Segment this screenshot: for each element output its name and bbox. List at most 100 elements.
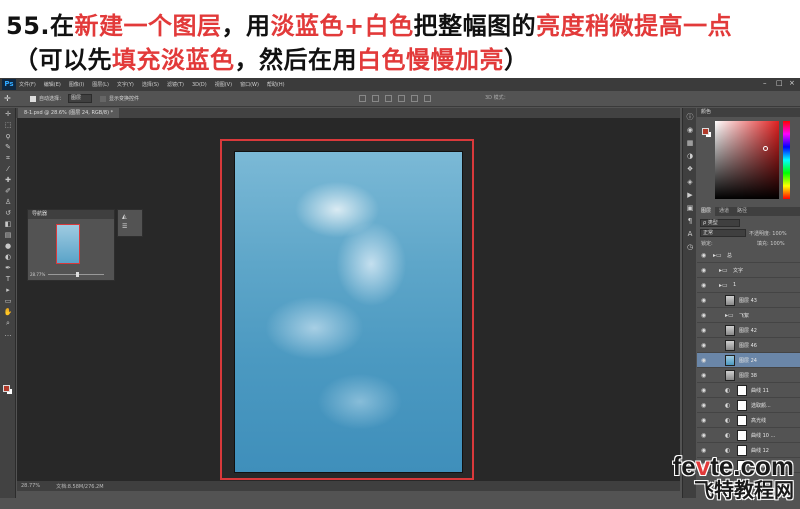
layer-row[interactable]: ◉ 图层 24 <box>697 353 800 368</box>
lasso-icon[interactable]: ϙ <box>3 132 13 141</box>
minimize-button[interactable]: – <box>763 80 770 87</box>
layer-mask-thumbnail[interactable] <box>737 415 747 426</box>
layer-row[interactable]: ◉ 图层 46 <box>697 338 800 353</box>
color-fg-swatch[interactable] <box>702 128 709 135</box>
info-icon[interactable]: ⓘ <box>686 113 694 121</box>
blend-mode-dropdown[interactable]: 正常 <box>700 229 746 237</box>
menu-filter[interactable]: 滤镜(T) <box>167 81 184 88</box>
type-icon[interactable]: T <box>3 275 13 284</box>
folder-icon[interactable]: ▸▭ <box>719 282 728 289</box>
layer-thumbnail[interactable] <box>725 295 735 306</box>
layer-row[interactable]: ◉ ▸▭ 飞絮 <box>697 308 800 323</box>
auto-select-dropdown[interactable]: 图层 <box>68 94 93 103</box>
layer-row[interactable]: ◉ 图层 43 <box>697 293 800 308</box>
layer-row[interactable]: ◉ 图层 42 <box>697 323 800 338</box>
visibility-eye-icon[interactable]: ◉ <box>701 402 706 409</box>
visibility-eye-icon[interactable]: ◉ <box>701 432 706 439</box>
visibility-eye-icon[interactable]: ◉ <box>701 387 706 394</box>
quick-select-icon[interactable]: ✎ <box>3 143 13 152</box>
menu-help[interactable]: 帮助(H) <box>267 81 285 88</box>
foreground-color-swatch[interactable] <box>3 385 10 392</box>
navigator-thumbnail[interactable] <box>56 224 80 264</box>
layer-row[interactable]: ◉ ▸▭ 1 <box>697 278 800 293</box>
marquee-icon[interactable]: ⬚ <box>3 121 13 130</box>
tab-paths[interactable]: 路径 <box>733 207 751 216</box>
layer-row[interactable]: ◉ ◐ 高光线 <box>697 413 800 428</box>
layers-icon[interactable]: ◈ <box>686 178 694 186</box>
pen-icon[interactable]: ✒ <box>3 264 13 273</box>
hand-icon[interactable]: ✋ <box>3 308 13 317</box>
layer-thumbnail[interactable] <box>725 370 735 381</box>
visibility-eye-icon[interactable]: ◉ <box>701 342 706 349</box>
align-right-icon[interactable] <box>424 95 432 102</box>
layer-mask-thumbnail[interactable] <box>737 385 747 396</box>
visibility-eye-icon[interactable]: ◉ <box>701 252 706 259</box>
align-middle-icon[interactable] <box>372 95 380 102</box>
color-picker-field[interactable] <box>715 121 779 199</box>
char-icon[interactable]: A <box>686 230 694 238</box>
histogram-icon[interactable]: ◭ <box>122 213 142 220</box>
eraser-icon[interactable]: ◧ <box>3 220 13 229</box>
layer-row[interactable]: ◉ 图层 38 <box>697 368 800 383</box>
hue-slider[interactable] <box>783 121 790 199</box>
properties-icon[interactable]: ▣ <box>686 204 694 212</box>
navigator-zoom[interactable]: 28.77% <box>30 272 45 277</box>
menu-3d[interactable]: 3D(D) <box>192 82 207 88</box>
auto-select-checkbox[interactable] <box>30 95 36 102</box>
healing-icon[interactable]: ✚ <box>3 176 13 185</box>
menu-window[interactable]: 窗口(W) <box>240 81 259 88</box>
path-select-icon[interactable]: ▸ <box>3 286 13 295</box>
shape-icon[interactable]: ▭ <box>3 297 13 306</box>
stamp-icon[interactable]: ♙ <box>3 198 13 207</box>
align-top-icon[interactable] <box>359 95 367 102</box>
visibility-eye-icon[interactable]: ◉ <box>701 327 706 334</box>
visibility-eye-icon[interactable]: ◉ <box>701 267 706 274</box>
adjust-icon[interactable]: ◑ <box>686 152 694 160</box>
brush-icon[interactable]: ✐ <box>3 187 13 196</box>
menu-layer[interactable]: 图层(L) <box>92 81 109 88</box>
move-icon[interactable]: ✛ <box>3 110 13 119</box>
move-tool-icon[interactable]: ✛ <box>4 94 16 104</box>
close-button[interactable]: × <box>789 80 796 87</box>
align-left-icon[interactable] <box>398 95 406 102</box>
tab-channels[interactable]: 通道 <box>715 207 733 216</box>
fill-control[interactable]: 填充: 100% <box>757 240 785 247</box>
menu-edit[interactable]: 编辑(E) <box>44 81 61 88</box>
menu-file[interactable]: 文件(F) <box>19 81 36 88</box>
visibility-eye-icon[interactable]: ◉ <box>701 297 706 304</box>
menu-select[interactable]: 选择(S) <box>142 81 159 88</box>
status-zoom[interactable]: 28.77% <box>21 483 40 489</box>
layer-row[interactable]: ◉ ▸▭ 总 <box>697 248 800 263</box>
layer-row[interactable]: ◉ ◐ 选取颜... <box>697 398 800 413</box>
color-panel-title[interactable]: 颜色 <box>697 108 800 117</box>
color-icon[interactable]: ◉ <box>686 126 694 134</box>
menu-view[interactable]: 视图(V) <box>215 81 232 88</box>
brush-preset-icon[interactable]: ▦ <box>686 139 694 147</box>
layer-row[interactable]: ◉ ▸▭ 文字 <box>697 263 800 278</box>
document-canvas[interactable] <box>235 152 462 472</box>
menu-type[interactable]: 文字(Y) <box>117 81 134 88</box>
folder-icon[interactable]: ▸▭ <box>725 312 734 319</box>
visibility-eye-icon[interactable]: ◉ <box>701 312 706 319</box>
document-tab[interactable]: 8-1.psd @ 28.6% (图层 24, RGB/8) * <box>18 108 120 118</box>
layer-mask-thumbnail[interactable] <box>737 400 747 411</box>
color-picker-cursor[interactable] <box>763 146 768 151</box>
show-transform-checkbox[interactable] <box>100 95 107 102</box>
zoom-icon[interactable]: ⌕ <box>3 319 13 328</box>
canvas-area[interactable] <box>17 118 680 481</box>
more-icon[interactable]: … <box>3 330 13 339</box>
layer-mask-thumbnail[interactable] <box>737 430 747 441</box>
adjust-sliders-icon[interactable]: ☰ <box>122 223 142 230</box>
visibility-eye-icon[interactable]: ◉ <box>701 372 706 379</box>
layer-thumbnail[interactable] <box>725 355 735 366</box>
maximize-button[interactable]: □ <box>776 80 783 87</box>
layer-filter-dropdown[interactable]: ρ 类型 <box>700 219 740 227</box>
eyedropper-icon[interactable]: ⁄ <box>3 165 13 174</box>
gradient-icon[interactable]: ▤ <box>3 231 13 240</box>
folder-icon[interactable]: ▸▭ <box>713 252 722 259</box>
visibility-eye-icon[interactable]: ◉ <box>701 417 706 424</box>
tab-layers[interactable]: 图层 <box>697 207 716 216</box>
layer-row[interactable]: ◉ ◐ 曲线 10 ... <box>697 428 800 443</box>
opacity-control[interactable]: 不透明度: 100% <box>749 230 787 237</box>
history-brush-icon[interactable]: ↺ <box>3 209 13 218</box>
